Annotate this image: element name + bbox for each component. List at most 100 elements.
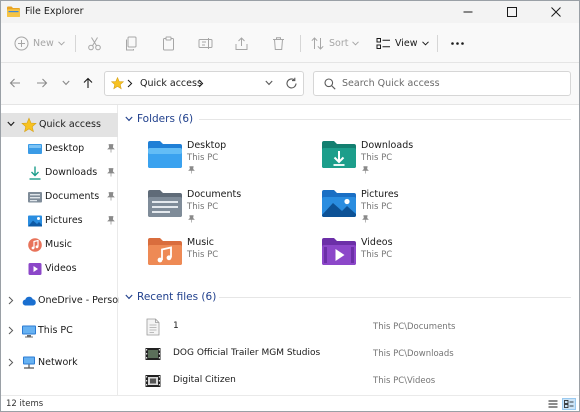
recent-file-name: Digital Citizen xyxy=(173,375,236,385)
rename-button[interactable] xyxy=(198,33,213,53)
tiles-view-icon xyxy=(564,400,574,408)
videos-icon xyxy=(28,263,42,275)
sidebar-item-label: Network xyxy=(38,357,78,368)
sidebar-item-this-pc[interactable]: This PC xyxy=(1,319,118,343)
downloads-folder-icon xyxy=(322,141,356,168)
up-button[interactable] xyxy=(80,75,96,91)
sidebar-item-documents[interactable]: Documents xyxy=(1,185,118,209)
sidebar-item-network[interactable]: Network xyxy=(1,351,118,375)
share-button[interactable] xyxy=(234,33,249,53)
sidebar-item-quick-access[interactable]: Quick access xyxy=(1,113,118,137)
search-input[interactable] xyxy=(342,76,562,91)
folder-location: This PC xyxy=(187,202,219,212)
tiles-view-button[interactable] xyxy=(562,398,576,410)
sidebar-item-label: This PC xyxy=(38,325,73,336)
sort-button[interactable]: Sort xyxy=(310,33,360,53)
folders-section-header[interactable]: Folders (6) xyxy=(125,113,193,125)
sidebar-item-music[interactable]: Music xyxy=(1,233,118,257)
sidebar-item-downloads[interactable]: Downloads xyxy=(1,161,118,185)
section-divider xyxy=(199,119,571,120)
sidebar-item-label: Downloads xyxy=(45,167,98,178)
pin-icon[interactable] xyxy=(107,144,115,153)
folder-name: Music xyxy=(187,237,215,248)
command-bar: New Sort View xyxy=(1,23,579,63)
folder-name: Pictures xyxy=(361,189,399,200)
sort-button-label: Sort xyxy=(329,37,349,49)
recent-file-path: This PC\Documents xyxy=(373,322,456,332)
sidebar-item-desktop[interactable]: Desktop xyxy=(1,137,118,161)
new-button-label: New xyxy=(33,37,54,49)
delete-button[interactable] xyxy=(271,33,286,53)
folder-tile-downloads[interactable]: Downloads This PC xyxy=(321,139,496,183)
sidebar-item-videos[interactable]: Videos xyxy=(1,257,118,281)
more-icon xyxy=(451,41,464,45)
pin-icon[interactable] xyxy=(107,192,115,201)
close-icon xyxy=(551,7,561,17)
music-icon xyxy=(28,238,42,252)
view-button-label: View xyxy=(395,37,418,49)
folder-location: This PC xyxy=(361,153,393,163)
chevron-down-icon[interactable] xyxy=(265,80,273,86)
documents-folder-icon xyxy=(148,190,182,217)
scissors-icon xyxy=(88,36,101,50)
breadcrumb-quick-access[interactable]: Quick access xyxy=(140,78,202,89)
details-view-icon xyxy=(548,400,558,408)
chevron-down-icon xyxy=(57,40,65,46)
network-icon xyxy=(23,356,35,369)
monitor-icon xyxy=(22,325,36,338)
more-options-button[interactable] xyxy=(450,33,465,53)
chevron-right-icon[interactable] xyxy=(8,358,14,367)
chevron-right-icon[interactable] xyxy=(8,326,14,335)
trash-icon xyxy=(273,36,284,50)
chevron-down-icon[interactable] xyxy=(7,121,15,127)
sidebar-item-label: Pictures xyxy=(45,215,83,226)
new-button[interactable]: New xyxy=(14,33,65,53)
folder-tile-documents[interactable]: Documents This PC xyxy=(147,188,322,232)
recent-locations-button[interactable] xyxy=(58,75,74,91)
maximize-button[interactable] xyxy=(490,1,534,23)
arrow-up-icon xyxy=(83,77,93,88)
documents-folder-icon xyxy=(28,192,42,203)
pictures-folder-icon xyxy=(322,190,356,217)
folder-tile-videos[interactable]: Videos This PC xyxy=(321,236,496,280)
folder-location: This PC xyxy=(187,250,219,260)
copy-button[interactable] xyxy=(124,33,139,53)
toolbar-divider xyxy=(300,35,301,52)
sidebar-item-pictures[interactable]: Pictures xyxy=(1,209,118,233)
pin-icon[interactable] xyxy=(107,216,115,225)
cut-button[interactable] xyxy=(87,33,102,53)
recent-file-row[interactable]: 1 This PC\Documents xyxy=(145,315,565,339)
pin-icon xyxy=(188,166,195,174)
refresh-icon[interactable] xyxy=(285,77,298,90)
window-title: File Explorer xyxy=(25,6,84,17)
status-bar: 12 items xyxy=(1,395,579,411)
recent-file-row[interactable]: DOG Official Trailer MGM Studios This PC… xyxy=(145,342,565,366)
paste-button[interactable] xyxy=(161,33,176,53)
minimize-button[interactable] xyxy=(446,1,490,23)
maximize-icon xyxy=(507,7,517,17)
folder-tile-music[interactable]: Music This PC xyxy=(147,236,322,280)
sidebar-item-label: Quick access xyxy=(39,119,101,130)
folder-location: This PC xyxy=(187,153,219,163)
sidebar-item-onedrive[interactable]: OneDrive - Personal xyxy=(1,289,133,313)
address-bar[interactable]: Quick access xyxy=(104,71,304,96)
folder-location: This PC xyxy=(361,202,393,212)
view-list-icon xyxy=(376,37,390,49)
minimize-icon xyxy=(463,11,473,13)
chevron-down-icon xyxy=(352,40,360,46)
chevron-right-icon[interactable] xyxy=(198,79,204,88)
recent-file-name: DOG Official Trailer MGM Studios xyxy=(173,348,321,358)
back-button[interactable] xyxy=(7,75,23,91)
recent-files-section-header[interactable]: Recent files (6) xyxy=(125,291,216,303)
view-button[interactable]: View xyxy=(376,33,429,53)
clipboard-icon xyxy=(163,36,174,50)
close-button[interactable] xyxy=(534,1,578,23)
folder-tile-desktop[interactable]: Desktop This PC xyxy=(147,139,322,183)
forward-button[interactable] xyxy=(34,75,50,91)
recent-file-row[interactable]: Digital Citizen This PC\Videos xyxy=(145,369,565,393)
details-view-button[interactable] xyxy=(546,398,560,410)
chevron-right-icon[interactable] xyxy=(8,296,14,305)
search-box[interactable] xyxy=(313,71,571,96)
pin-icon[interactable] xyxy=(107,168,115,177)
folder-tile-pictures[interactable]: Pictures This PC xyxy=(321,188,496,232)
